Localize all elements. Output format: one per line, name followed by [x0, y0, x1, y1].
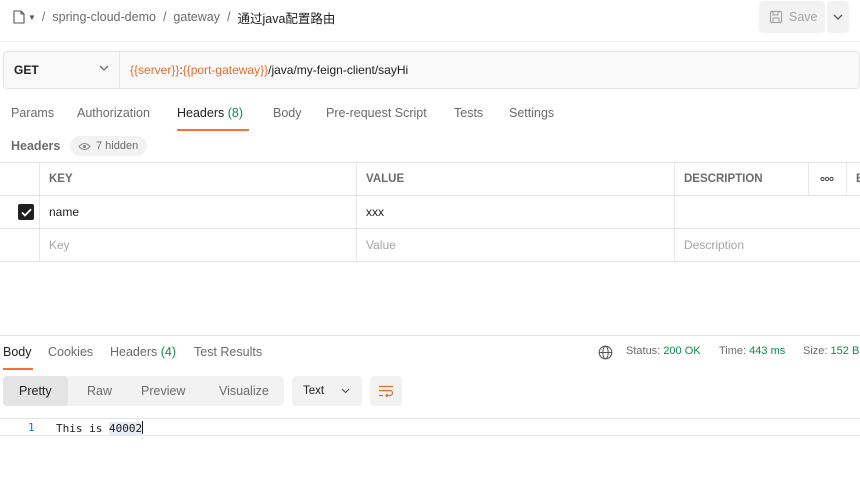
- tab-authorization[interactable]: Authorization: [77, 106, 150, 120]
- url-path: /java/my-feign-client/sayHi: [268, 63, 409, 77]
- headers-table: KEY VALUE DESCRIPTION B name xxx Key Val…: [0, 162, 860, 262]
- new-row-checkbox-cell: [0, 229, 40, 261]
- code-text: This is: [56, 422, 109, 435]
- request-name[interactable]: 通过java配置路由: [237, 8, 335, 27]
- time-label: Time:: [719, 345, 747, 357]
- format-select[interactable]: Text: [292, 376, 362, 406]
- more-horizontal-icon: [820, 176, 834, 182]
- response-tab-test-results[interactable]: Test Results: [194, 345, 262, 359]
- hidden-headers-toggle[interactable]: 7 hidden: [70, 136, 148, 156]
- size-label: Size:: [803, 345, 828, 357]
- top-bar: ▼ / spring-cloud-demo / gateway / 通过java…: [0, 0, 860, 42]
- view-visualize[interactable]: Visualize: [219, 376, 269, 406]
- breadcrumb-separator: /: [162, 10, 167, 24]
- text-cursor: [142, 421, 144, 434]
- column-header-description: DESCRIPTION: [675, 163, 809, 195]
- header-value-cell[interactable]: xxx: [357, 196, 675, 228]
- chevron-down-icon: [833, 14, 843, 20]
- tab-params[interactable]: Params: [11, 106, 54, 120]
- column-header-key: KEY: [40, 163, 357, 195]
- breadcrumb-separator: /: [41, 10, 46, 24]
- save-label: Save: [789, 10, 818, 24]
- eye-icon: [78, 142, 91, 150]
- status-value: 200 OK: [663, 345, 701, 357]
- request-tabs: Params Authorization Headers (8) Body Pr…: [0, 104, 860, 132]
- code-text-highlighted: 40002: [108, 422, 143, 435]
- response-status[interactable]: Status: 200 OK: [626, 345, 701, 357]
- header-key-cell[interactable]: name: [40, 196, 357, 228]
- wrap-lines-button[interactable]: [370, 376, 402, 406]
- breadcrumb-separator: /: [226, 10, 231, 24]
- column-header-value: VALUE: [357, 163, 675, 195]
- tab-headers-count: (8): [227, 106, 244, 120]
- response-time[interactable]: Time: 443 ms: [719, 345, 785, 357]
- view-preview[interactable]: Preview: [141, 376, 185, 406]
- url-input[interactable]: {{server}}: {{port-gateway}}/java/my-feig…: [120, 52, 408, 88]
- response-tab-body[interactable]: Body: [3, 345, 32, 359]
- tab-headers[interactable]: Headers (8): [177, 106, 243, 120]
- document-icon[interactable]: [12, 10, 26, 24]
- save-icon: [769, 10, 783, 24]
- response-size[interactable]: Size: 152 B: [803, 345, 859, 357]
- response-tab-cookies[interactable]: Cookies: [48, 345, 93, 359]
- table-row: name xxx: [0, 196, 860, 229]
- new-description-input[interactable]: Description: [675, 229, 860, 261]
- request-url-bar: GET {{server}}: {{port-gateway}}/java/my-…: [3, 51, 860, 89]
- time-value: 443 ms: [749, 345, 786, 357]
- response-tab-headers[interactable]: Headers (4): [110, 345, 176, 359]
- response-tab-headers-label: Headers: [110, 345, 158, 359]
- hidden-headers-label: 7 hidden: [96, 140, 139, 152]
- header-description-cell[interactable]: [675, 196, 860, 228]
- chevron-down-icon: [341, 388, 350, 394]
- caret-down-icon[interactable]: ▼: [28, 13, 36, 22]
- active-response-tab-indicator: [3, 368, 33, 370]
- response-pane-divider[interactable]: [0, 335, 860, 336]
- view-pretty[interactable]: Pretty: [3, 376, 68, 406]
- response-view-switcher: Pretty Raw Preview Visualize: [3, 376, 284, 406]
- table-row-new: Key Value Description: [0, 229, 860, 262]
- tab-tests[interactable]: Tests: [454, 106, 483, 120]
- globe-icon[interactable]: [598, 345, 613, 360]
- code-line[interactable]: This is 40002: [56, 421, 144, 435]
- tab-body[interactable]: Body: [273, 106, 302, 120]
- checkbox-column-header: [0, 163, 40, 195]
- save-button[interactable]: Save: [759, 1, 825, 33]
- breadcrumb: ▼ / spring-cloud-demo / gateway / 通过java…: [12, 8, 335, 27]
- row-enable-checkbox[interactable]: [0, 196, 40, 228]
- checkbox-checked-icon: [18, 204, 34, 220]
- size-value: 152 B: [830, 345, 860, 357]
- headers-section-title: Headers: [11, 139, 61, 153]
- tab-settings[interactable]: Settings: [509, 106, 554, 120]
- view-raw[interactable]: Raw: [87, 376, 112, 406]
- breadcrumb-item-folder[interactable]: gateway: [173, 10, 220, 24]
- method-label: GET: [14, 63, 39, 77]
- new-value-input[interactable]: Value: [357, 229, 675, 261]
- line-number: 1: [28, 421, 35, 434]
- new-key-input[interactable]: Key: [40, 229, 357, 261]
- chevron-down-icon: [99, 65, 109, 71]
- tab-headers-label: Headers: [177, 106, 225, 120]
- format-label: Text: [303, 385, 325, 397]
- method-select[interactable]: GET: [4, 52, 120, 88]
- url-variable-port[interactable]: {{port-gateway}}: [183, 63, 268, 77]
- bulk-edit-link[interactable]: B: [847, 163, 860, 195]
- status-label: Status:: [626, 345, 661, 357]
- column-options-button[interactable]: [809, 163, 847, 195]
- breadcrumb-item-collection[interactable]: spring-cloud-demo: [52, 10, 156, 24]
- response-tab-headers-count: (4): [160, 345, 177, 359]
- url-variable-server[interactable]: {{server}}: [130, 63, 179, 77]
- wrap-lines-icon: [379, 385, 394, 397]
- active-tab-indicator: [177, 129, 249, 131]
- tab-pre-request-script[interactable]: Pre-request Script: [326, 106, 427, 120]
- save-options-button[interactable]: [827, 1, 849, 33]
- table-header-row: KEY VALUE DESCRIPTION B: [0, 163, 860, 196]
- response-body-editor[interactable]: 1 This is 40002: [0, 418, 860, 436]
